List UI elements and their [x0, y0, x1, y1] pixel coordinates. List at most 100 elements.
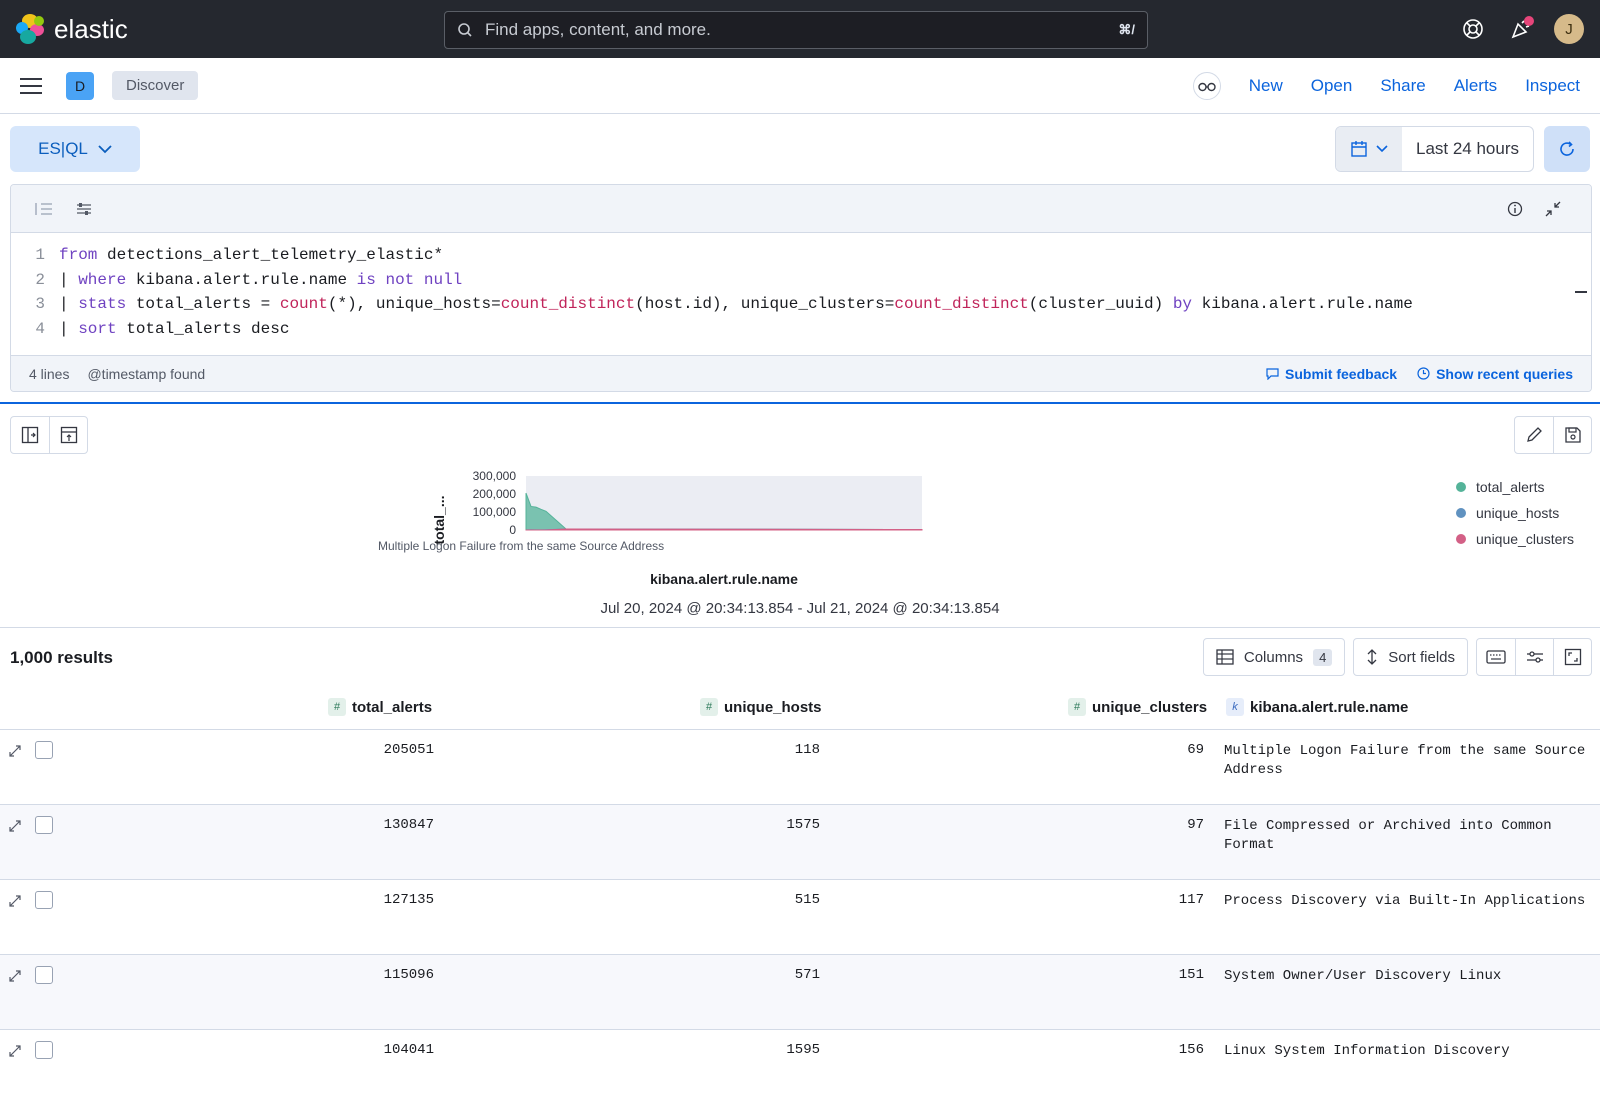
- submit-feedback-link[interactable]: Submit feedback: [1266, 366, 1397, 382]
- chart-legend: total_alerts unique_hosts unique_cluster…: [1456, 474, 1574, 552]
- esql-editor: 1 2 3 4 from detections_alert_telemetry_…: [10, 184, 1592, 392]
- breadcrumb-discover[interactable]: Discover: [112, 71, 199, 100]
- results-count: 1,000 results: [10, 648, 114, 667]
- expand-row-icon[interactable]: [8, 1044, 22, 1058]
- cell-unique-clusters: 151: [1178, 967, 1204, 983]
- share-link[interactable]: Share: [1380, 76, 1425, 96]
- query-line-3: | stats total_alerts = count(*), unique_…: [59, 295, 1413, 313]
- expand-row-icon[interactable]: [8, 969, 22, 983]
- query-line-4: | sort total_alerts desc: [59, 319, 290, 338]
- table-row: 127135 515 117 Process Discovery via Bui…: [0, 880, 1600, 955]
- expand-row-icon[interactable]: [8, 894, 22, 908]
- series-area-unique-clusters[interactable]: [525, 528, 923, 531]
- elastic-logo[interactable]: elastic: [16, 14, 128, 45]
- line-numbers-toggle-icon[interactable]: [35, 202, 53, 216]
- new-link[interactable]: New: [1249, 76, 1283, 96]
- cell-unique-hosts: 571: [794, 967, 820, 983]
- query-line-2: | where kibana.alert.rule.name is not nu…: [59, 270, 463, 289]
- keyword-type-icon: k: [1226, 698, 1244, 716]
- number-type-icon: #: [1068, 698, 1086, 716]
- histogram-chart: total_... 300,000 200,000 100,000 0 Multipl…: [378, 469, 923, 587]
- columns-button[interactable]: Columns 4: [1202, 638, 1346, 676]
- line-count: 4 lines: [29, 365, 70, 382]
- cell-unique-clusters: 97: [1187, 817, 1204, 833]
- row-checkbox[interactable]: [35, 891, 53, 909]
- expand-row-icon[interactable]: [8, 819, 22, 833]
- info-icon[interactable]: [1507, 201, 1523, 217]
- news-feed-icon[interactable]: [1506, 14, 1536, 44]
- time-range-label[interactable]: Last 24 hours: [1402, 127, 1533, 171]
- columns-label: Columns: [1243, 648, 1304, 666]
- date-picker[interactable]: Last 24 hours: [1334, 126, 1534, 172]
- notification-badge: [1524, 16, 1534, 26]
- legend-item-unique-hosts[interactable]: unique_hosts: [1456, 500, 1574, 526]
- time-range-caption: Jul 20, 2024 @ 20:34:13.854 - Jul 21, 20…: [600, 600, 1000, 617]
- top-header: elastic Find apps, content, and more. ⌘/…: [0, 0, 1600, 58]
- chevron-down-icon: [98, 145, 112, 154]
- edit-visualization-icon[interactable]: [1515, 417, 1553, 453]
- menu-toggle-icon[interactable]: [20, 77, 42, 94]
- query-code-area[interactable]: 1 2 3 4 from detections_alert_telemetry_…: [11, 233, 1591, 355]
- refresh-button[interactable]: [1544, 126, 1590, 172]
- y-axis-label: total_...: [431, 495, 447, 544]
- row-checkbox[interactable]: [35, 966, 53, 984]
- query-settings-icon[interactable]: [75, 202, 93, 216]
- cell-unique-clusters: 156: [1178, 1042, 1204, 1058]
- row-checkbox[interactable]: [35, 741, 53, 759]
- display-settings-icon[interactable]: [1515, 639, 1553, 675]
- row-checkbox[interactable]: [35, 816, 53, 834]
- search-placeholder: Find apps, content, and more.: [485, 20, 711, 39]
- cell-rule-name: File Compressed or Archived into Common …: [1224, 818, 1552, 853]
- toggle-sidebar-icon[interactable]: [11, 417, 49, 453]
- read-only-glasses-icon[interactable]: [1192, 72, 1221, 100]
- timestamp-status: @timestamp found: [87, 365, 206, 382]
- global-search-input[interactable]: Find apps, content, and more. ⌘/: [444, 11, 1148, 49]
- cell-total-alerts: 130847: [383, 817, 434, 833]
- column-header-total-alerts[interactable]: # total_alerts: [328, 698, 432, 716]
- minimize-icon[interactable]: [1545, 201, 1561, 217]
- cell-unique-hosts: 118: [794, 742, 820, 758]
- column-header-unique-clusters[interactable]: # unique_clusters: [1068, 698, 1207, 716]
- save-visualization-icon[interactable]: [1553, 417, 1591, 453]
- esql-mode-button[interactable]: ES|QL: [10, 126, 140, 172]
- space-avatar[interactable]: D: [66, 71, 94, 100]
- cell-total-alerts: 205051: [383, 742, 434, 758]
- user-avatar[interactable]: J: [1554, 14, 1584, 44]
- query-line-1: from detections_alert_telemetry_elastic*: [59, 246, 444, 264]
- cell-total-alerts: 104041: [383, 1042, 434, 1058]
- column-header-unique-hosts[interactable]: # unique_hosts: [700, 698, 822, 716]
- inspect-link[interactable]: Inspect: [1525, 76, 1580, 96]
- number-type-icon: #: [700, 698, 718, 716]
- columns-count-badge: 4: [1313, 648, 1333, 666]
- toggle-chart-icon[interactable]: [49, 417, 87, 453]
- plot-background: [526, 476, 922, 530]
- scroll-marker: [1575, 291, 1587, 293]
- show-recent-queries-link[interactable]: Show recent queries: [1417, 366, 1573, 382]
- open-link[interactable]: Open: [1311, 76, 1353, 96]
- app-navbar: D Discover New Open Share Alerts Inspect: [0, 58, 1600, 114]
- x-axis-label: kibana.alert.rule.name: [650, 571, 798, 587]
- expand-row-icon[interactable]: [8, 744, 22, 758]
- y-tick-label: 0: [509, 523, 516, 537]
- legend-item-total-alerts[interactable]: total_alerts: [1456, 474, 1574, 500]
- chart-panel: total_... 300,000 200,000 100,000 0 Multipl…: [0, 404, 1600, 628]
- fullscreen-icon[interactable]: [1553, 639, 1591, 675]
- alerts-link[interactable]: Alerts: [1454, 76, 1497, 96]
- help-icon[interactable]: [1458, 14, 1488, 44]
- sort-icon: [1367, 649, 1377, 665]
- row-checkbox[interactable]: [35, 1041, 53, 1059]
- results-toolbar: 1,000 results Columns 4 Sort fields: [0, 628, 1600, 688]
- cell-unique-hosts: 1575: [786, 817, 820, 833]
- sort-fields-button[interactable]: Sort fields: [1353, 638, 1468, 676]
- data-grid-body: 205051 118 69 Multiple Logon Failure fro…: [0, 730, 1600, 1101]
- column-header-rule-name[interactable]: k kibana.alert.rule.name: [1226, 698, 1408, 716]
- keyboard-shortcuts-icon[interactable]: [1477, 639, 1515, 675]
- quick-select-button[interactable]: [1335, 127, 1402, 171]
- search-shortcut: ⌘/: [1118, 22, 1135, 37]
- legend-item-unique-clusters[interactable]: unique_clusters: [1456, 526, 1574, 552]
- cell-unique-hosts: 1595: [786, 1042, 820, 1058]
- data-grid-header: # total_alerts # unique_hosts # unique_clus…: [0, 688, 1600, 730]
- y-tick-label: 200,000: [473, 487, 517, 501]
- line-number-gutter: 1 2 3 4: [35, 246, 45, 338]
- refresh-icon: [1560, 141, 1574, 156]
